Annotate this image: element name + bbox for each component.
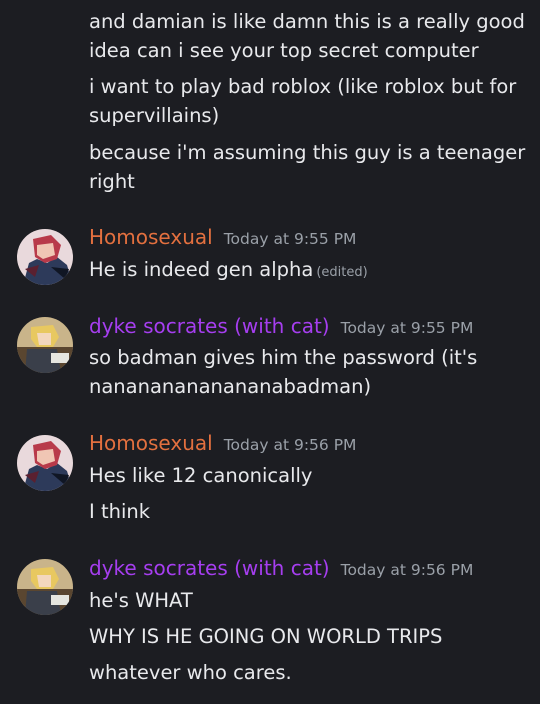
- message-line: idea can i see your top secret computer: [89, 39, 479, 62]
- timestamp[interactable]: Today at 9:55 PM: [341, 319, 474, 337]
- edited-label: (edited): [316, 265, 368, 280]
- message-line: supervillains): [89, 104, 220, 127]
- blonde-character-avatar-icon: [17, 559, 73, 615]
- user-avatar[interactable]: [17, 229, 73, 285]
- user-avatar[interactable]: [17, 559, 73, 615]
- message-line: right: [89, 170, 135, 193]
- message-header: Homosexual Today at 9:56 PM: [89, 431, 356, 459]
- message-line: Hes like 12 canonically: [89, 464, 313, 487]
- message-line: so badman gives him the password (it's: [89, 346, 478, 369]
- blonde-character-avatar-icon: [17, 317, 73, 373]
- red-haired-character-avatar-icon: [17, 435, 73, 491]
- chat-log: and damian is like damn this is a really…: [0, 0, 540, 704]
- message-header: dyke socrates (with cat) Today at 9:56 P…: [89, 556, 473, 584]
- timestamp[interactable]: Today at 9:55 PM: [224, 230, 357, 248]
- message-line: and damian is like damn this is a really…: [89, 10, 525, 33]
- message-line: He is indeed gen alpha (edited): [89, 255, 529, 287]
- message-line: i want to play bad roblox (like roblox b…: [89, 75, 517, 98]
- username[interactable]: Homosexual: [89, 225, 213, 249]
- message-header: Homosexual Today at 9:55 PM: [89, 225, 356, 253]
- timestamp[interactable]: Today at 9:56 PM: [341, 561, 474, 579]
- user-avatar[interactable]: [17, 435, 73, 491]
- username[interactable]: dyke socrates (with cat): [89, 314, 330, 338]
- username[interactable]: dyke socrates (with cat): [89, 556, 330, 580]
- timestamp[interactable]: Today at 9:56 PM: [224, 436, 357, 454]
- username[interactable]: Homosexual: [89, 431, 213, 455]
- message-header: dyke socrates (with cat) Today at 9:55 P…: [89, 314, 473, 342]
- message-line: nanananananananabadman): [89, 375, 372, 398]
- message-line: whatever who cares.: [89, 661, 292, 684]
- message-line: WHY IS HE GOING ON WORLD TRIPS: [89, 625, 443, 648]
- message-line: because i'm assuming this guy is a teena…: [89, 141, 526, 164]
- user-avatar[interactable]: [17, 317, 73, 373]
- message-line: I think: [89, 500, 151, 523]
- message-text: He is indeed gen alpha: [89, 258, 314, 281]
- message-line: he's WHAT: [89, 589, 193, 612]
- red-haired-character-avatar-icon: [17, 229, 73, 285]
